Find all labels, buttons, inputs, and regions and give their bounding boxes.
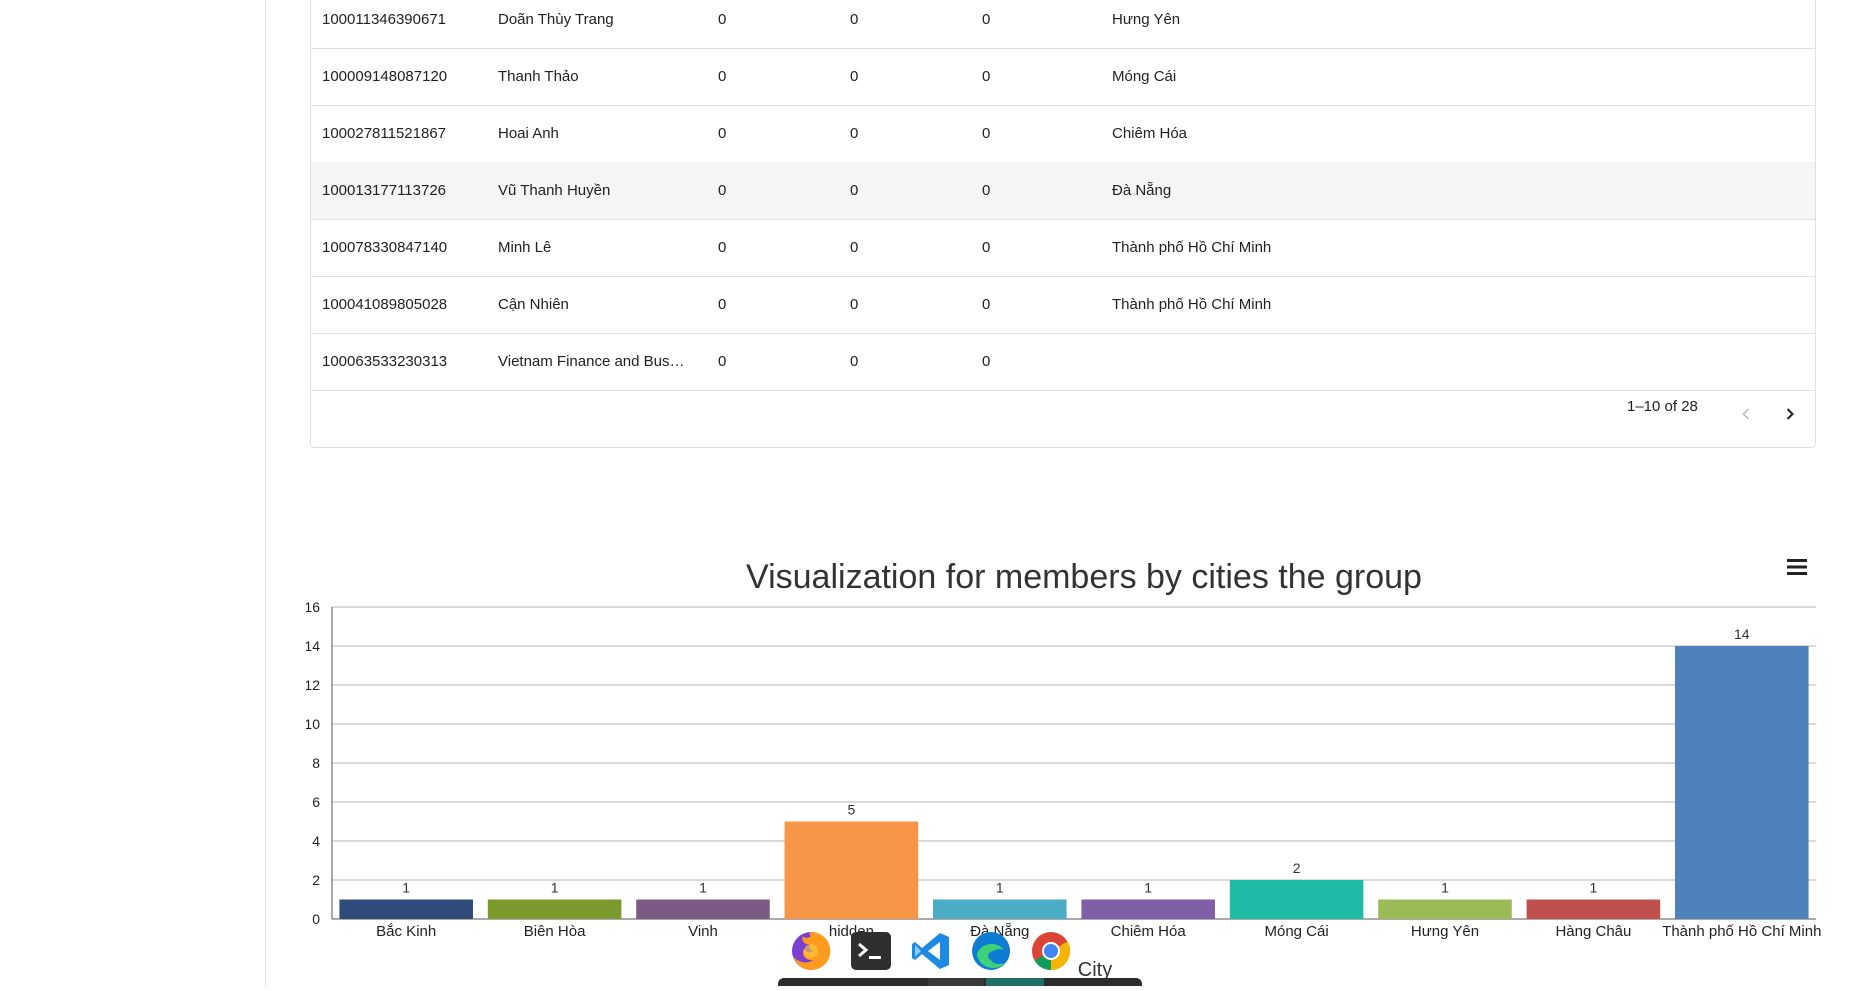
y-tick-label: 16 (306, 599, 320, 615)
y-tick-label: 6 (312, 794, 320, 810)
x-tick-label: Biên Hòa (524, 923, 586, 940)
table-row[interactable]: 100011346390671 Doãn Thùy Trang 0 0 0 Hưng Yê… (311, 0, 1815, 49)
stat-2-cell: 0 (850, 239, 859, 256)
member-id-cell: 100041089805028 (322, 296, 448, 313)
chart-menu-button[interactable] (1780, 552, 1814, 582)
data-label: 1 (1144, 880, 1152, 896)
stat-1-cell: 0 (718, 125, 727, 142)
previous-page-button[interactable] (1729, 397, 1763, 431)
table-row[interactable]: 100013177113726 Vũ Thanh Huyền 0 0 0 Đà Nẵng (311, 162, 1815, 220)
stat-3-cell: 0 (982, 182, 991, 199)
bar (487, 899, 622, 919)
terminal-icon[interactable] (846, 926, 896, 976)
next-page-button[interactable] (1773, 397, 1807, 431)
bar (1526, 899, 1661, 919)
members-by-city-chart: Visualization for members by cities the … (273, 548, 1862, 986)
member-name-cell: Doãn Thùy Trang (498, 11, 614, 28)
bar (1081, 899, 1215, 919)
stat-1-cell: 0 (718, 182, 727, 199)
bar (1378, 899, 1512, 919)
table-row[interactable]: 100027811521867 Hoai Anh 0 0 0 Chiêm Hóa (311, 105, 1815, 163)
stat-2-cell: 0 (850, 125, 859, 142)
member-name-cell: Thanh Thảo (498, 68, 579, 85)
data-label: 14 (1734, 626, 1750, 642)
member-id-cell: 100078330847140 (322, 239, 448, 256)
stat-1-cell: 0 (718, 239, 727, 256)
x-tick-label: Móng Cái (1264, 923, 1328, 940)
edge-icon[interactable] (966, 926, 1016, 976)
y-tick-label: 0 (312, 911, 320, 927)
table-row[interactable]: 100078330847140 Minh Lê 0 0 0 Thành phố Hồ Ch… (311, 219, 1815, 277)
member-city-cell: Đà Nẵng (1112, 182, 1172, 199)
member-id-cell: 100013177113726 (322, 182, 447, 199)
stat-2-cell: 0 (850, 11, 859, 28)
stat-3-cell: 0 (982, 68, 991, 85)
app-dock (778, 922, 1142, 986)
y-tick-label: 4 (312, 833, 320, 849)
stat-3-cell: 0 (982, 296, 991, 313)
stat-3-cell: 0 (982, 125, 991, 142)
bar (636, 899, 770, 919)
data-label: 1 (402, 880, 410, 896)
vscode-icon[interactable] (906, 926, 956, 976)
member-city-cell: Thành phố Hồ Chí Minh (1112, 296, 1272, 313)
x-tick-label: Bắc Kinh (376, 923, 436, 940)
chart-title: Visualization for members by cities the … (746, 558, 1422, 596)
data-label: 1 (996, 880, 1004, 896)
member-city-cell: Chiêm Hóa (1112, 125, 1188, 142)
y-tick-label: 8 (312, 755, 320, 771)
hamburger-icon (1787, 559, 1807, 575)
table-row[interactable]: 100009148087120 Thanh Thảo 0 0 0 Móng Cái (311, 48, 1815, 106)
member-name-cell: Cận Nhiên (498, 296, 569, 313)
data-label: 5 (848, 802, 856, 818)
bar (339, 899, 473, 919)
x-tick-label: Thành phố Hồ Chí Minh (1662, 923, 1821, 940)
pagination-label: 1–10 of 28 (1627, 398, 1698, 415)
member-id-cell: 100011346390671 (322, 11, 447, 28)
member-city-cell: Hưng Yên (1112, 11, 1181, 28)
bar (1675, 646, 1809, 919)
stat-3-cell: 0 (982, 239, 991, 256)
stat-2-cell: 0 (850, 182, 859, 199)
y-tick-label: 14 (306, 638, 320, 654)
firefox-icon[interactable] (786, 926, 836, 976)
data-label: 1 (1590, 880, 1598, 896)
member-name-cell: Minh Lê (498, 239, 552, 256)
stat-2-cell: 0 (850, 296, 859, 313)
main-content: 100011346390671 Doãn Thùy Trang 0 0 0 Hưng Yê… (266, 0, 1862, 986)
member-id-cell: 100009148087120 (322, 68, 448, 85)
member-name-cell: Hoai Anh (498, 125, 559, 142)
table-pagination: 1–10 of 28 (311, 381, 1815, 447)
bar (784, 821, 919, 919)
x-tick-label: Hưng Yên (1411, 923, 1479, 940)
member-city-cell: Móng Cái (1112, 68, 1177, 85)
bar-chart-svg: Visualization for members by cities the … (273, 558, 1821, 981)
x-tick-label: Hàng Châu (1555, 923, 1631, 940)
chevron-left-icon (1742, 408, 1750, 420)
stat-1-cell: 0 (718, 11, 727, 28)
data-label: 1 (1441, 880, 1449, 896)
bar (933, 899, 1067, 919)
chevron-right-icon (1786, 408, 1794, 420)
members-table: 100011346390671 Doãn Thùy Trang 0 0 0 Hưng Yê… (310, 0, 1816, 448)
y-tick-label: 12 (306, 677, 320, 693)
member-name-cell: Vũ Thanh Huyền (498, 182, 611, 199)
y-tick-label: 2 (312, 872, 320, 888)
y-tick-label: 10 (306, 716, 320, 732)
member-id-cell: 100027811521867 (322, 125, 447, 142)
stat-2-cell: 0 (850, 68, 859, 85)
bar (1229, 880, 1364, 919)
left-sidebar-area (0, 0, 266, 986)
table-row[interactable]: 100041089805028 Cận Nhiên 0 0 0 Thành phố Hồ … (311, 276, 1815, 334)
x-tick-label: Vinh (688, 923, 718, 940)
stat-1-cell: 0 (718, 68, 727, 85)
data-label: 1 (699, 880, 707, 896)
chrome-icon[interactable] (1026, 926, 1076, 976)
member-city-cell: Thành phố Hồ Chí Minh (1112, 239, 1272, 256)
data-label: 2 (1293, 860, 1301, 876)
dock-indicator-bar (778, 978, 1142, 986)
stat-3-cell: 0 (982, 11, 991, 28)
data-label: 1 (551, 880, 559, 896)
stat-1-cell: 0 (718, 296, 727, 313)
